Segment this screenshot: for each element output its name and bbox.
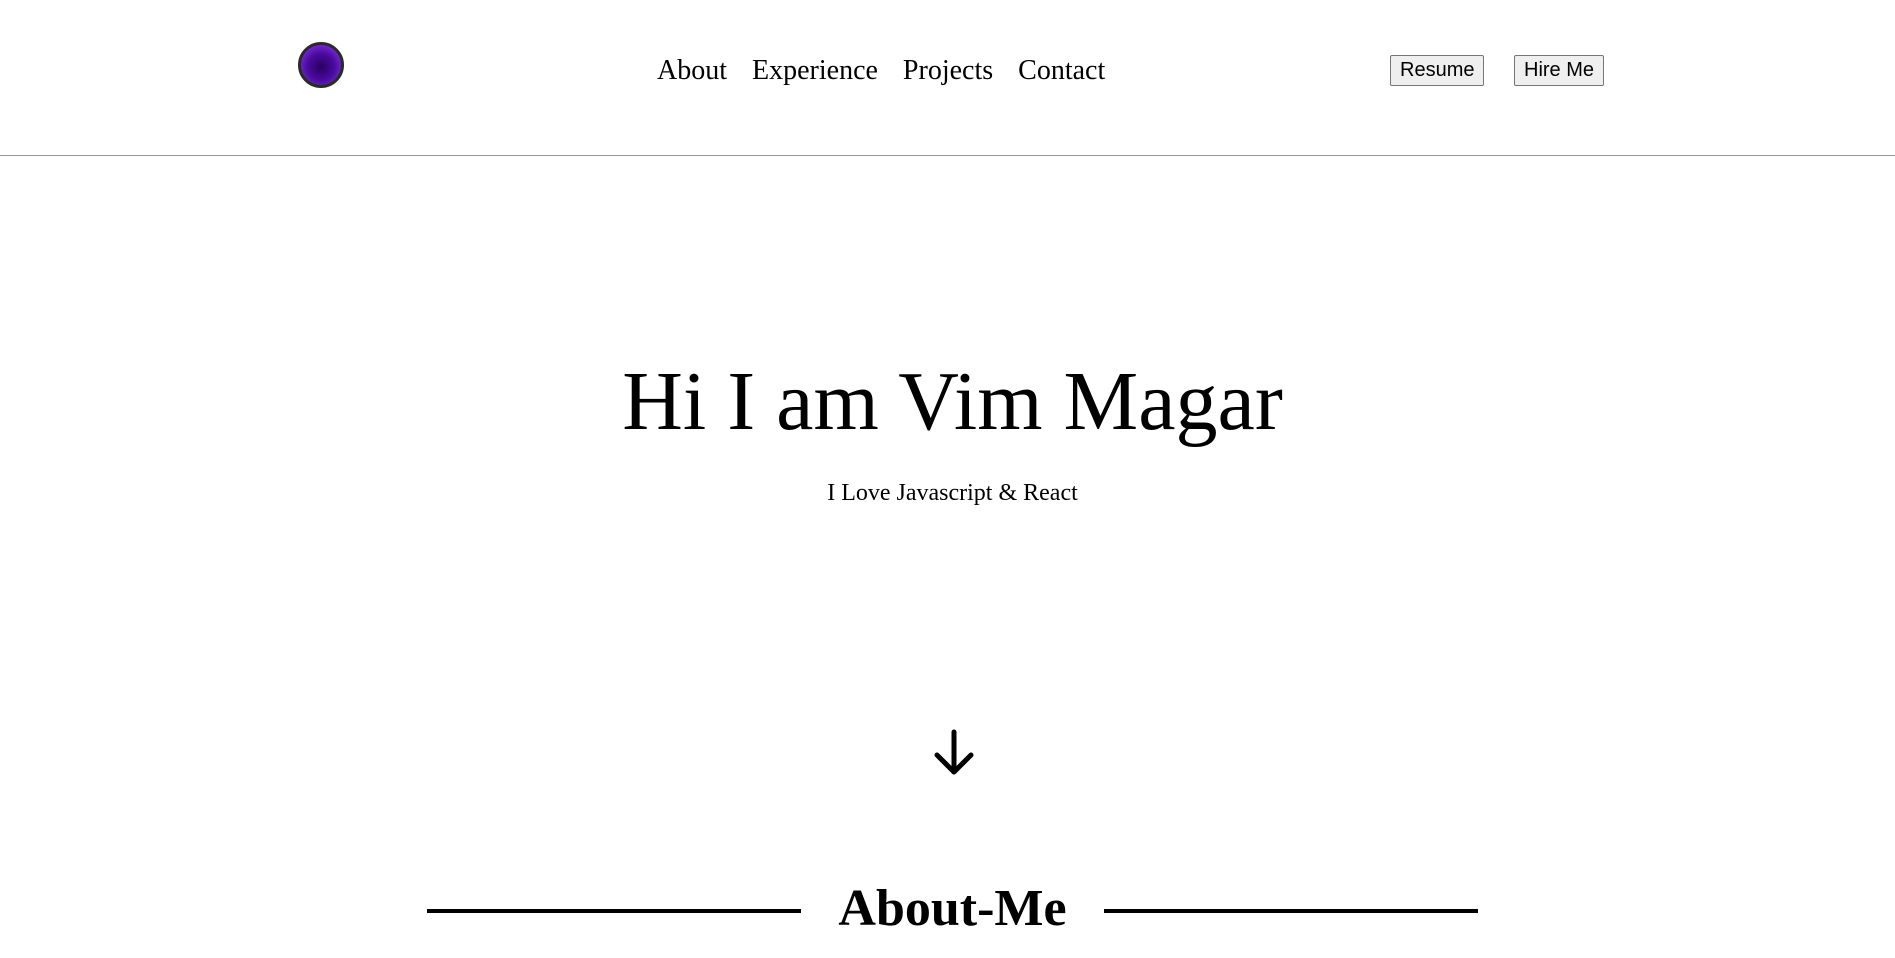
heading-divider-right xyxy=(1104,909,1478,913)
nav-link-experience[interactable]: Experience xyxy=(752,52,878,90)
hire-me-button[interactable]: Hire Me xyxy=(1514,55,1605,86)
hero-title: Hi I am Vim Magar xyxy=(622,355,1283,448)
about-heading: About-Me xyxy=(838,880,1067,937)
resume-button[interactable]: Resume xyxy=(1390,55,1485,86)
page: About Experience Projects Contact Resume… xyxy=(0,0,1895,958)
about-section-heading: About-Me xyxy=(0,878,1895,938)
logo-icon[interactable] xyxy=(298,42,344,88)
hero-subtitle: I Love Javascript & React xyxy=(827,480,1078,506)
nav-link-about[interactable]: About xyxy=(657,52,727,90)
arrow-down-icon[interactable] xyxy=(931,728,977,778)
site-header: About Experience Projects Contact Resume… xyxy=(0,0,1895,156)
main-nav: About Experience Projects Contact xyxy=(657,52,1105,90)
nav-link-contact[interactable]: Contact xyxy=(1018,52,1105,90)
nav-link-projects[interactable]: Projects xyxy=(903,52,993,90)
